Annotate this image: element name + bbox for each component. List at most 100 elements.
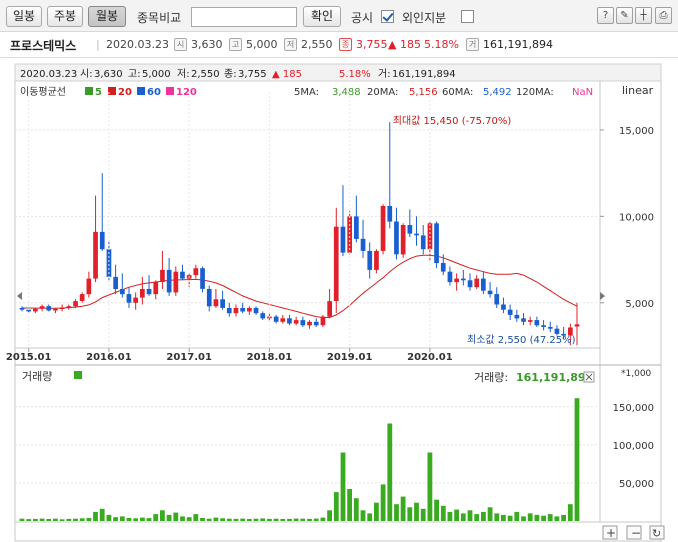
volume-bar <box>387 423 393 521</box>
volume-bar <box>440 505 446 521</box>
candle-body <box>39 306 45 309</box>
volume-bar <box>327 510 332 521</box>
ma-period-5: 5 <box>95 87 102 98</box>
volume-bar <box>420 508 426 521</box>
volume-bar <box>447 511 453 521</box>
volume-bar <box>146 518 152 521</box>
candle-body <box>327 301 332 317</box>
volume-bar <box>46 519 52 521</box>
disclosure-checkbox[interactable] <box>381 10 394 23</box>
header-low-label: 저: <box>177 68 190 80</box>
ma-period-60: 60 <box>147 87 161 98</box>
candle-body <box>527 320 533 322</box>
candle-body <box>541 325 546 327</box>
candle-body <box>53 308 58 311</box>
foreign-ownership-checkbox[interactable] <box>461 10 474 23</box>
volume-swatch <box>74 371 82 379</box>
volume-bar <box>541 515 546 521</box>
volume-bar <box>99 508 105 521</box>
candle-body <box>574 324 580 327</box>
header-open-label: 시: <box>80 68 93 80</box>
candle-body <box>287 318 292 324</box>
volume-bar <box>267 518 272 521</box>
candle-body <box>86 278 92 295</box>
candle-body <box>73 301 78 307</box>
x-tick-label: 2020.01 <box>407 352 453 363</box>
volume-bar <box>400 496 406 521</box>
low-tag: 저 <box>284 38 297 51</box>
ma-legend-title: 이동평균선 <box>20 86 66 98</box>
daily-button[interactable]: 일봉 <box>6 6 42 27</box>
header-change-pct: 5.18% <box>339 69 371 80</box>
price-y-tick-label: 15,000 <box>619 126 654 137</box>
x-tick-label: 2016.01 <box>86 352 132 363</box>
candle-body <box>300 320 306 326</box>
crosshair-icon[interactable]: ┼ <box>635 7 652 24</box>
candle-body <box>320 316 326 326</box>
volume-bar <box>333 492 339 521</box>
candle-body <box>313 321 319 326</box>
stock-chart-svg[interactable]: 2020.03.23 시: 3,630 고: 5,000 저: 2,550 종:… <box>0 58 678 542</box>
x-tick-label: 2019.01 <box>327 352 373 363</box>
compare-stock-input[interactable] <box>191 7 297 27</box>
ma-swatch-60 <box>137 87 145 95</box>
volume-bar <box>534 514 540 521</box>
volume-y-tick-label: 100,000 <box>613 441 654 452</box>
volume-bar <box>246 519 252 521</box>
monthly-button[interactable]: 월봉 <box>88 6 126 27</box>
zoom-out-icon: − <box>631 526 641 540</box>
candle-body <box>200 268 205 289</box>
pen-icon[interactable]: ✎ <box>616 7 633 24</box>
candle-body <box>374 250 379 270</box>
candle-body <box>487 290 493 295</box>
weekly-button[interactable]: 주봉 <box>47 6 83 27</box>
candle-body <box>481 278 486 291</box>
candle-body <box>120 289 125 295</box>
volume-bar <box>39 518 45 521</box>
volume-bar <box>567 504 573 521</box>
high-tag: 고 <box>229 38 242 51</box>
candle-body <box>400 225 406 255</box>
volume-bar <box>280 519 286 521</box>
volume-y-tick-label: 50,000 <box>619 479 654 490</box>
candle-body <box>19 308 25 310</box>
volume-bar <box>140 517 145 521</box>
ma60-label: 60MA: <box>442 87 473 98</box>
volume-bar <box>66 518 72 521</box>
ma5-value: 3,488 <box>332 87 361 98</box>
candle-body <box>360 238 366 251</box>
volume-bar <box>374 502 379 521</box>
confirm-button[interactable]: 확인 <box>303 6 341 27</box>
change-value: ▲ 185 <box>388 38 421 51</box>
tools-icon[interactable]: ? <box>597 7 614 24</box>
volume-bar <box>193 514 199 521</box>
volume-bar <box>394 504 399 521</box>
candle-body <box>226 308 232 314</box>
candle-body <box>434 223 439 264</box>
candle-body <box>160 269 165 282</box>
candle-body <box>153 282 159 295</box>
scale-label[interactable]: linear <box>622 84 654 97</box>
volume-bar <box>119 516 125 521</box>
stock-info-bar: 프로스테믹스 | 2020.03.23 시 3,630 고 5,000 저 2,… <box>0 32 678 58</box>
candle-body <box>133 297 138 303</box>
candle-body <box>220 299 225 308</box>
volume-bar <box>253 518 259 521</box>
volume-bar <box>86 518 92 521</box>
candle-body <box>547 327 553 329</box>
print-icon[interactable]: ⎙ <box>655 7 672 24</box>
volume-bar <box>367 513 373 521</box>
candle-body <box>206 289 212 307</box>
volume-bar <box>561 514 566 521</box>
chart-area[interactable]: 2020.03.23 시: 3,630 고: 5,000 저: 2,550 종:… <box>0 58 678 542</box>
candle-body <box>293 320 299 324</box>
candle-body <box>394 221 399 255</box>
volume-bar <box>527 513 533 521</box>
max-annotation: 최대값 15,450 (-75.70%) <box>393 115 512 127</box>
quote-date: 2020.03.23 <box>106 38 169 51</box>
candle-body <box>354 216 359 239</box>
candle-body <box>140 289 145 298</box>
candle-body <box>414 233 419 236</box>
volume-bar <box>514 511 520 521</box>
volume-bar <box>79 518 85 521</box>
